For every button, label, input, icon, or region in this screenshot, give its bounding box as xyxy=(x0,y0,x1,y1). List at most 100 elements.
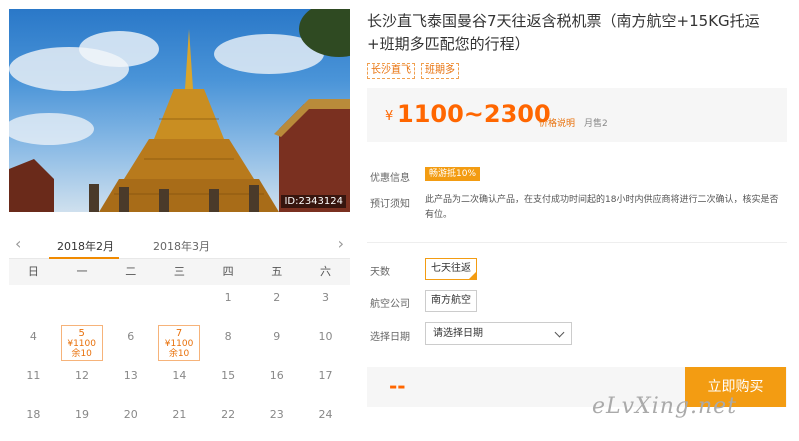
calendar-day[interactable]: 21 xyxy=(155,402,204,441)
price-note-link[interactable]: 价格说明 xyxy=(539,116,575,129)
product-title: 长沙直飞泰国曼谷7天往返含税机票（南方航空+15KG托运+班期多匹配您的行程） xyxy=(367,12,760,53)
day-number: 11 xyxy=(26,369,41,382)
calendar-day[interactable]: 6 xyxy=(106,324,155,363)
calendar-day[interactable]: 14 xyxy=(155,363,204,402)
day-number: 15 xyxy=(221,369,236,382)
day-number: 13 xyxy=(123,369,138,382)
tag: 班期多 xyxy=(421,63,459,79)
chevron-right-icon[interactable]: › xyxy=(338,236,344,252)
weekday: 五 xyxy=(271,265,283,278)
calendar-day[interactable]: 1 xyxy=(204,285,253,324)
day-number: 21 xyxy=(172,408,187,421)
calendar-day[interactable]: 9 xyxy=(252,324,301,363)
priced-day-box[interactable]: 5 ¥1100 余10 xyxy=(60,325,103,361)
priced-day-box[interactable]: 7 ¥1100 余10 xyxy=(158,325,201,361)
calendar-day[interactable]: 23 xyxy=(252,402,301,441)
airline-option[interactable]: 南方航空 xyxy=(425,290,477,312)
calendar-day[interactable]: 18 xyxy=(9,402,58,441)
price-calendar: ‹ 2018年2月 2018年3月 › 日 一 二 三 四 五 六 1 2 3 4 5 ¥… xyxy=(9,231,350,441)
product-tags: 长沙直飞 班期多 xyxy=(367,63,459,79)
date-select[interactable]: 请选择日期 xyxy=(425,322,572,345)
day-number: 3 xyxy=(321,291,329,304)
booking-notice-text: 此产品为二次确认产品，在支付成功时间起的18小时内供应商将进行二次确认，核实是否… xyxy=(425,195,779,220)
day-number: 16 xyxy=(269,369,284,382)
day-number: 19 xyxy=(75,408,90,421)
calendar-day xyxy=(9,285,58,324)
calendar-day[interactable]: 11 xyxy=(9,363,58,402)
calendar-month-tab-2[interactable]: 2018年3月 xyxy=(153,238,210,254)
days-option[interactable]: 七天往返 xyxy=(425,258,477,280)
calendar-day[interactable]: 2 xyxy=(252,285,301,324)
day-number: 23 xyxy=(269,408,284,421)
day-number: 6 xyxy=(127,330,135,343)
calendar-day[interactable]: 12 xyxy=(58,363,107,402)
day-number: 14 xyxy=(172,369,187,382)
day-number: 24 xyxy=(318,408,333,421)
calendar-day[interactable]: 16 xyxy=(252,363,301,402)
day-number: 9 xyxy=(273,330,281,343)
day-number: 10 xyxy=(318,330,333,343)
calendar-day[interactable]: 13 xyxy=(106,363,155,402)
day-number: 5 xyxy=(78,328,85,339)
calendar-day[interactable]: 24 xyxy=(301,402,350,441)
day-number: 4 xyxy=(29,330,37,343)
day-number: 22 xyxy=(221,408,236,421)
calendar-day[interactable]: 10 xyxy=(301,324,350,363)
day-number: 1 xyxy=(224,291,232,304)
day-remaining: 余10 xyxy=(168,349,190,359)
promo-label: 优惠信息 xyxy=(370,173,410,184)
calendar-day[interactable]: 20 xyxy=(106,402,155,441)
calendar-day[interactable]: 8 xyxy=(204,324,253,363)
day-number: 8 xyxy=(224,330,232,343)
chevron-left-icon[interactable]: ‹ xyxy=(15,236,21,252)
weekday: 日 xyxy=(27,265,39,278)
tag: 长沙直飞 xyxy=(367,63,415,79)
image-id-label: ID:2343124 xyxy=(281,195,346,208)
discount-badge: 畅游抵10% xyxy=(425,167,481,181)
currency-symbol: ¥ xyxy=(385,109,394,124)
day-remaining: 余10 xyxy=(71,349,92,359)
calendar-day[interactable]: 17 xyxy=(301,363,350,402)
calendar-day[interactable]: 5 ¥1100 余10 xyxy=(58,324,107,363)
temple-illustration xyxy=(9,9,350,212)
calendar-day[interactable]: 4 xyxy=(9,324,58,363)
chevron-down-icon xyxy=(554,327,565,338)
weekday: 六 xyxy=(319,265,331,278)
total-price: -- xyxy=(389,374,406,398)
calendar-day[interactable]: 15 xyxy=(204,363,253,402)
active-month-indicator xyxy=(49,257,119,259)
weekday: 一 xyxy=(76,265,88,278)
day-number: 18 xyxy=(26,408,41,421)
day-price: ¥1100 xyxy=(164,339,194,349)
day-price: ¥1100 xyxy=(67,339,96,349)
day-number: 12 xyxy=(75,369,90,382)
weekday: 二 xyxy=(125,265,137,278)
calendar-days: 1 2 3 4 5 ¥1100 余10 6 7 ¥1100 余10 8 9 10 11 12 13 14 15 16 1… xyxy=(9,285,350,441)
calendar-day xyxy=(58,285,107,324)
calendar-day[interactable]: 7 ¥1100 余10 xyxy=(155,324,204,363)
price-panel: ¥ 1100~2300 价格说明 月售2 xyxy=(367,88,787,142)
price-range: 1100~2300 xyxy=(397,100,551,128)
divider xyxy=(367,242,787,243)
calendar-day xyxy=(106,285,155,324)
calendar-day[interactable]: 22 xyxy=(204,402,253,441)
date-label: 选择日期 xyxy=(370,332,410,343)
calendar-header: ‹ 2018年2月 2018年3月 › xyxy=(9,231,350,259)
weekday: 三 xyxy=(173,265,185,278)
day-number: 2 xyxy=(273,291,281,304)
calendar-day[interactable]: 19 xyxy=(58,402,107,441)
calendar-month-tab-1[interactable]: 2018年2月 xyxy=(57,238,114,254)
notice-label: 预订须知 xyxy=(370,199,410,210)
weekday-header: 日 一 二 三 四 五 六 xyxy=(9,259,350,285)
date-select-value: 请选择日期 xyxy=(433,328,483,339)
day-number: 20 xyxy=(123,408,138,421)
product-image: ID:2343124 xyxy=(9,9,350,212)
day-number: 17 xyxy=(318,369,333,382)
airline-label: 航空公司 xyxy=(370,299,410,310)
calendar-day xyxy=(155,285,204,324)
days-label: 天数 xyxy=(370,267,390,278)
calendar-day[interactable]: 3 xyxy=(301,285,350,324)
weekday: 四 xyxy=(222,265,234,278)
monthly-sales: 月售2 xyxy=(584,119,608,129)
watermark: eLvXing.net xyxy=(592,394,738,419)
